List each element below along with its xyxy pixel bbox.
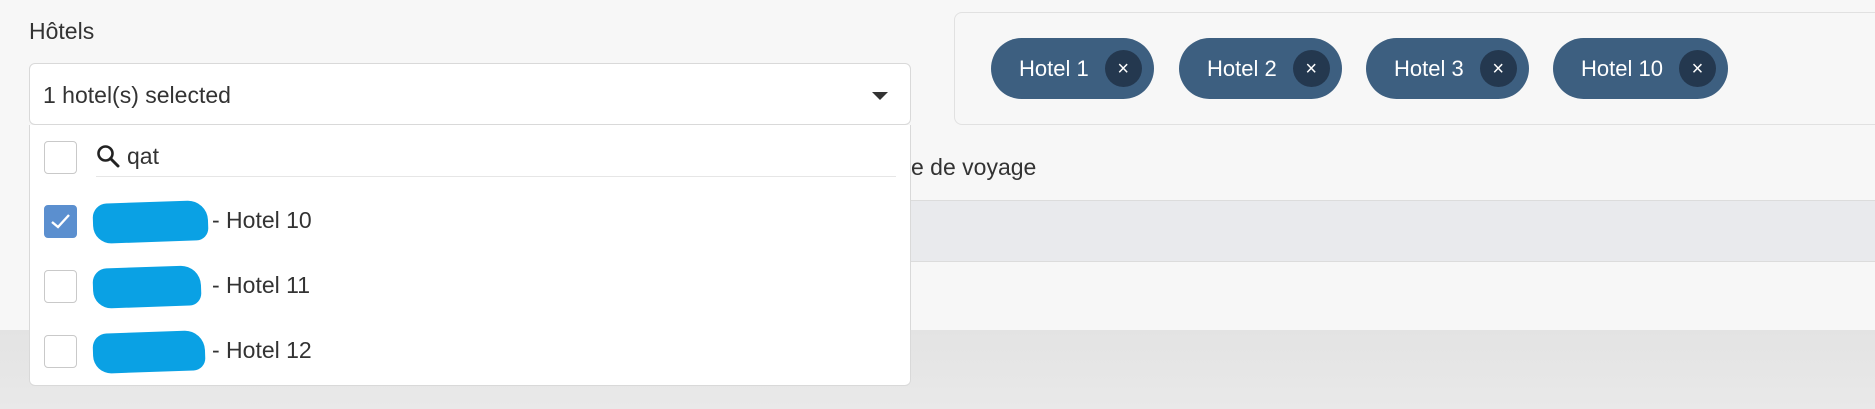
option-label: - Hotel 11 (212, 272, 311, 298)
option-checkbox[interactable] (44, 270, 77, 303)
redacted-name (92, 265, 202, 309)
hotels-select[interactable]: 1 hotel(s) selected (29, 63, 911, 125)
selected-hotels-panel: Hotel 1 × Hotel 2 × Hotel 3 × Hotel 10 × (954, 12, 1875, 125)
travel-section-label: e de voyage (911, 154, 1037, 180)
option-label: - Hotel 12 (212, 337, 312, 363)
search-icon (97, 145, 120, 168)
chip-label: Hotel 1 (1019, 55, 1089, 81)
chip-label: Hotel 10 (1581, 55, 1663, 81)
select-all-checkbox[interactable] (44, 141, 77, 174)
option-checkbox[interactable] (44, 335, 77, 368)
redacted-name (92, 330, 206, 374)
close-icon[interactable]: × (1678, 50, 1716, 87)
close-icon[interactable]: × (1479, 50, 1517, 87)
close-icon[interactable]: × (1292, 50, 1330, 87)
hotels-select-value: 1 hotel(s) selected (43, 82, 231, 108)
check-icon (51, 214, 70, 229)
chip-hotel: Hotel 1 × (991, 38, 1154, 99)
caret-down-icon[interactable] (872, 92, 888, 100)
option-checkbox[interactable] (44, 205, 77, 238)
chip-hotel: Hotel 2 × (1179, 38, 1342, 99)
list-item[interactable]: - Hotel 11 (30, 255, 910, 317)
list-item[interactable]: - Hotel 12 (30, 320, 910, 382)
search-input[interactable] (127, 139, 927, 173)
background-table-row (911, 200, 1875, 262)
list-item[interactable]: - Hotel 10 (30, 190, 910, 252)
hotels-dropdown: - Hotel 10 - Hotel 11 - Hotel 12 (29, 125, 927, 386)
search-underline (96, 176, 896, 177)
redacted-name (92, 200, 209, 244)
chip-hotel: Hotel 3 × (1366, 38, 1529, 99)
close-icon[interactable]: × (1104, 50, 1142, 87)
option-label: - Hotel 10 (212, 207, 312, 233)
chip-hotel: Hotel 10 × (1553, 38, 1728, 99)
hotels-label: Hôtels (29, 18, 95, 44)
chip-label: Hotel 2 (1207, 55, 1277, 81)
chip-label: Hotel 3 (1394, 55, 1464, 81)
